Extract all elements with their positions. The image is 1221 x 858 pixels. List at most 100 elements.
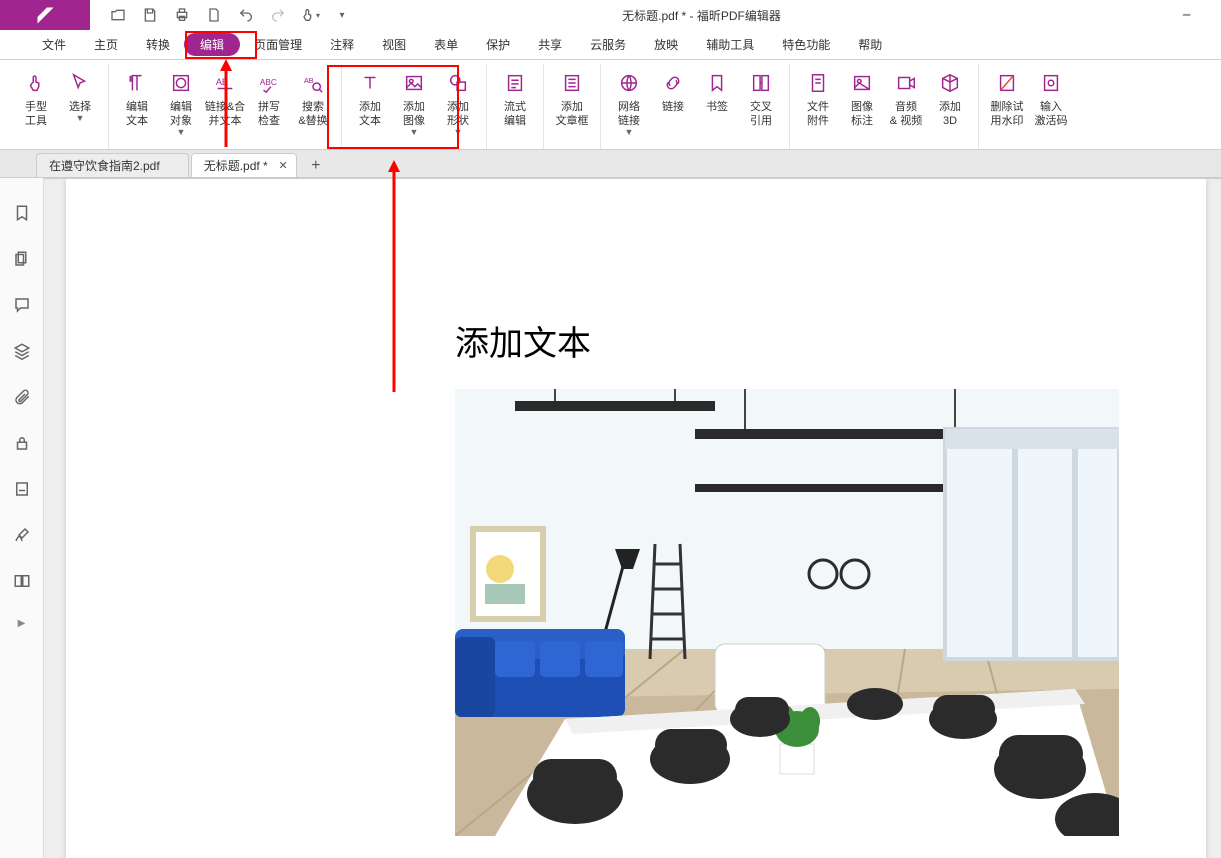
- cross-ref-button[interactable]: 交叉 引用: [739, 68, 783, 130]
- qat-more-icon[interactable]: ▾: [332, 5, 352, 25]
- touch-icon[interactable]: ▾: [300, 5, 320, 25]
- document-tab-tab1[interactable]: 在遵守饮食指南2.pdf: [36, 153, 189, 177]
- link-merge-icon: AB: [212, 70, 238, 96]
- pages-icon[interactable]: [11, 250, 33, 268]
- reflow-edit-button[interactable]: 流式 编辑: [493, 68, 537, 130]
- document-tab-tab2[interactable]: 无标题.pdf * ✕: [191, 153, 297, 177]
- signatures-icon[interactable]: [11, 480, 33, 498]
- menu-item-2[interactable]: 转换: [132, 32, 184, 57]
- image-annot-label: 图像 标注: [851, 100, 873, 128]
- link-label: 链接: [662, 100, 684, 114]
- spell-check-label: 拼写 检查: [258, 100, 280, 128]
- open-icon[interactable]: [108, 5, 128, 25]
- audio-video-label: 音频 & 视频: [890, 100, 922, 128]
- hand-tool-button[interactable]: 手型 工具: [14, 68, 58, 130]
- link-button[interactable]: 链接: [651, 68, 695, 116]
- svg-text:I: I: [130, 76, 132, 83]
- chevron-down-icon: ▼: [177, 128, 186, 136]
- watermark-label: 删除试 用水印: [991, 100, 1024, 128]
- document-canvas[interactable]: 添加文本: [44, 178, 1221, 858]
- cross-ref-label: 交叉 引用: [750, 100, 772, 128]
- file-attach-label: 文件 附件: [807, 100, 829, 128]
- menu-item-8[interactable]: 保护: [472, 32, 524, 57]
- menu-item-13[interactable]: 特色功能: [768, 32, 844, 57]
- embedded-image[interactable]: [455, 389, 1119, 836]
- menu-item-7[interactable]: 表单: [420, 32, 472, 57]
- menu-item-11[interactable]: 放映: [640, 32, 692, 57]
- activation-icon: [1038, 70, 1064, 96]
- hand-tool-label: 手型 工具: [25, 100, 47, 128]
- min-icon[interactable]: ━: [1183, 8, 1213, 22]
- expand-panel-icon[interactable]: ▶: [18, 618, 26, 629]
- svg-text:AB: AB: [304, 76, 314, 85]
- bookmark-icon[interactable]: [11, 204, 33, 222]
- menu-item-12[interactable]: 辅助工具: [692, 32, 768, 57]
- svg-text:ABC: ABC: [260, 78, 277, 87]
- bookmark-icon: [704, 70, 730, 96]
- layers-icon[interactable]: [11, 342, 33, 360]
- activation-button[interactable]: 输入 激活码: [1029, 68, 1073, 130]
- edit-text-button[interactable]: I 编辑 文本: [115, 68, 159, 130]
- page-1[interactable]: 添加文本: [66, 179, 1206, 858]
- save-icon[interactable]: [140, 5, 160, 25]
- menu-item-0[interactable]: 文件: [28, 32, 80, 57]
- link-merge-button[interactable]: AB链接&合 并文本: [203, 68, 247, 130]
- window-title: 无标题.pdf * - 福昕PDF编辑器: [352, 7, 1051, 24]
- undo-icon[interactable]: [236, 5, 256, 25]
- audio-video-button[interactable]: 音频 & 视频: [884, 68, 928, 130]
- web-link-label: 网络 链接: [618, 100, 640, 128]
- edit-object-button[interactable]: 编辑 对象▼: [159, 68, 203, 138]
- search-replace-button[interactable]: AB 搜索 &替换: [291, 68, 335, 130]
- hand-tool-icon: [23, 70, 49, 96]
- export-icon[interactable]: [204, 5, 224, 25]
- menu-item-1[interactable]: 主页: [80, 32, 132, 57]
- edit-text-label: 编辑 文本: [126, 100, 148, 128]
- file-attach-icon: [805, 70, 831, 96]
- close-icon[interactable]: ✕: [279, 159, 288, 172]
- reflow-edit-icon: [502, 70, 528, 96]
- menu-item-10[interactable]: 云服务: [576, 32, 640, 57]
- add-image-button[interactable]: 添加 图像▼: [392, 68, 436, 138]
- menu-item-14[interactable]: 帮助: [844, 32, 896, 57]
- add-3d-button[interactable]: 添加 3D: [928, 68, 972, 130]
- add-3d-label: 添加 3D: [939, 100, 961, 128]
- fields-icon[interactable]: [11, 526, 33, 544]
- bookmark-button[interactable]: 书签: [695, 68, 739, 116]
- menu-item-5[interactable]: 注释: [316, 32, 368, 57]
- image-annot-button[interactable]: 图像 标注: [840, 68, 884, 130]
- file-attach-button[interactable]: 文件 附件: [796, 68, 840, 130]
- security-icon[interactable]: [11, 434, 33, 452]
- add-tab-button[interactable]: +: [305, 155, 327, 177]
- compare-icon[interactable]: [11, 572, 33, 590]
- watermark-button[interactable]: 删除试 用水印: [985, 68, 1029, 130]
- add-shape-icon: [445, 70, 471, 96]
- menu-item-3[interactable]: 编辑: [184, 33, 240, 56]
- added-text-object[interactable]: 添加文本: [455, 316, 591, 365]
- menu-item-9[interactable]: 共享: [524, 32, 576, 57]
- tab-label: 无标题.pdf *: [204, 157, 268, 174]
- svg-text:AB: AB: [216, 77, 228, 87]
- spell-check-button[interactable]: ABC 拼写 检查: [247, 68, 291, 130]
- add-shape-button[interactable]: 添加 形状▼: [436, 68, 480, 138]
- add-shape-label: 添加 形状: [447, 100, 469, 128]
- select-tool-button[interactable]: 选择▼: [58, 68, 102, 124]
- chevron-down-icon: ▼: [410, 128, 419, 136]
- activation-label: 输入 激活码: [1035, 100, 1068, 128]
- menu-item-6[interactable]: 视图: [368, 32, 420, 57]
- redo-icon[interactable]: [268, 5, 288, 25]
- search-replace-label: 搜索 &替换: [298, 100, 327, 128]
- menu-item-4[interactable]: 页面管理: [240, 32, 316, 57]
- chevron-down-icon: ▼: [625, 128, 634, 136]
- add-text-button[interactable]: 添加 文本: [348, 68, 392, 130]
- print-icon[interactable]: [172, 5, 192, 25]
- comments-icon[interactable]: [11, 296, 33, 314]
- chevron-down-icon: ▼: [76, 114, 85, 122]
- edit-object-icon: [168, 70, 194, 96]
- reflow-edit-label: 流式 编辑: [504, 100, 526, 128]
- spell-check-icon: ABC: [256, 70, 282, 96]
- add-article-button[interactable]: 添加 文章框: [550, 68, 594, 130]
- edit-object-label: 编辑 对象: [170, 100, 192, 128]
- add-image-icon: [401, 70, 427, 96]
- web-link-button[interactable]: 网络 链接▼: [607, 68, 651, 138]
- attachments-icon[interactable]: [11, 388, 33, 406]
